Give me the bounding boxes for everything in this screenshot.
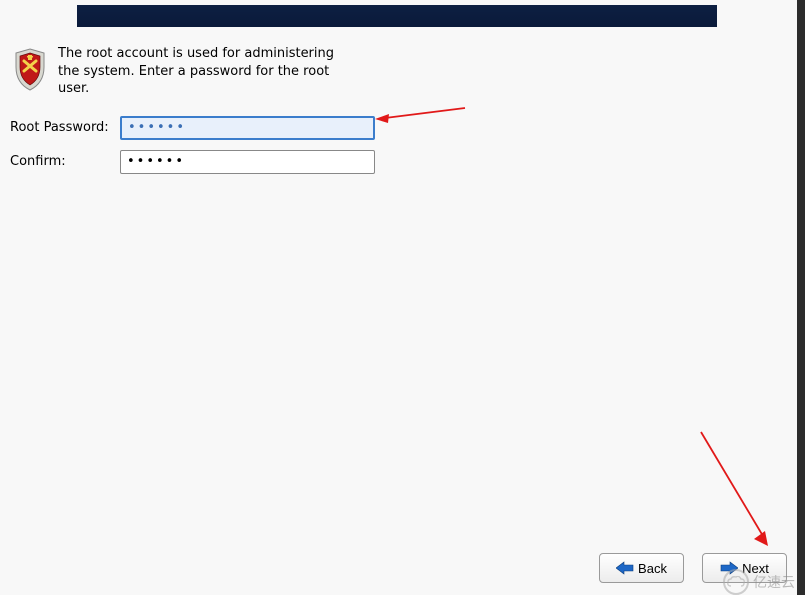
watermark-logo-icon <box>723 569 749 595</box>
header-banner <box>77 5 717 27</box>
right-decorative-bar <box>797 0 805 595</box>
main-content: The root account is used for administeri… <box>10 45 375 184</box>
annotation-arrow-next <box>695 428 775 548</box>
root-password-row: Root Password: <box>10 116 375 140</box>
root-password-label: Root Password: <box>10 120 120 135</box>
shield-icon <box>10 47 50 92</box>
back-button[interactable]: Back <box>599 553 684 583</box>
watermark-text: 亿速云 <box>753 572 795 592</box>
intro-row: The root account is used for administeri… <box>10 45 375 98</box>
annotation-arrow-password <box>375 104 467 128</box>
watermark: 亿速云 <box>723 569 795 595</box>
back-button-label: Back <box>638 561 667 576</box>
confirm-password-input[interactable] <box>120 150 375 174</box>
confirm-label: Confirm: <box>10 154 120 169</box>
confirm-row: Confirm: <box>10 150 375 174</box>
arrow-left-icon <box>616 561 634 575</box>
intro-text: The root account is used for administeri… <box>58 45 348 98</box>
root-password-input[interactable] <box>120 116 375 140</box>
